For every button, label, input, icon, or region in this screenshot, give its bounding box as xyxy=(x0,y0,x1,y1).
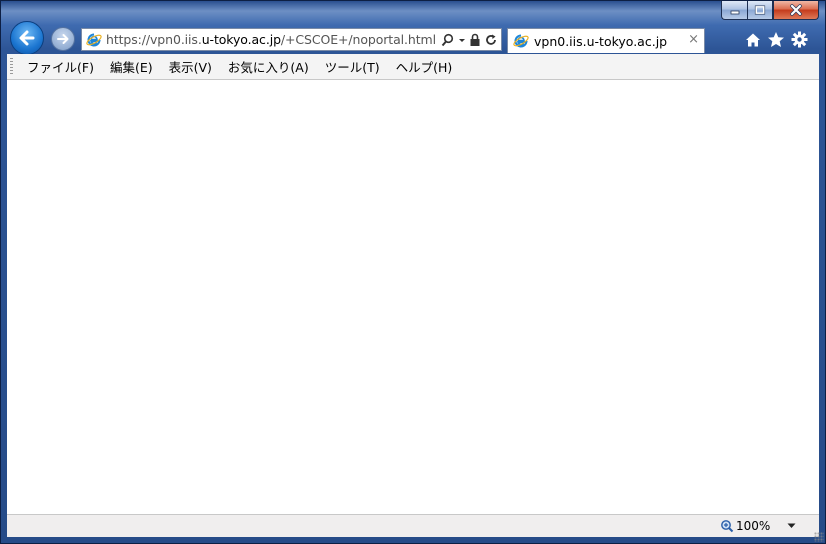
menu-favorites[interactable]: お気に入り(A) xyxy=(228,57,309,76)
close-button[interactable] xyxy=(773,1,819,20)
tab-close-button[interactable]: × xyxy=(688,33,699,47)
address-tools xyxy=(437,29,498,50)
minimize-button[interactable] xyxy=(721,1,747,20)
tab-active[interactable]: vpn0.iis.u-tokyo.ac.jp × xyxy=(507,28,705,53)
maximize-button[interactable] xyxy=(747,1,773,20)
back-button[interactable] xyxy=(10,21,44,55)
url-prefix: https://vpn0.iis. xyxy=(106,32,202,47)
home-icon[interactable] xyxy=(745,32,761,48)
status-bar: 100% xyxy=(7,514,819,537)
arrow-left-icon xyxy=(19,30,35,46)
maximize-icon xyxy=(754,5,766,15)
ie-tab-icon xyxy=(513,34,529,48)
dropdown-icon[interactable] xyxy=(458,33,466,47)
menu-file[interactable]: ファイル(F) xyxy=(27,57,94,76)
star-icon[interactable] xyxy=(767,31,785,48)
zoom-dropdown-icon[interactable] xyxy=(787,523,796,529)
menu-grip[interactable] xyxy=(10,57,13,76)
browser-window: https://vpn0.iis.u-tokyo.ac.jp/+CSCOE+/n… xyxy=(0,0,826,544)
ie-page-icon xyxy=(86,33,102,46)
refresh-icon[interactable] xyxy=(484,33,498,47)
zoom-control[interactable]: 100% xyxy=(720,519,770,533)
page-content xyxy=(7,80,819,514)
minimize-icon xyxy=(730,10,739,15)
menu-edit[interactable]: 編集(E) xyxy=(110,57,153,76)
search-icon[interactable] xyxy=(441,33,455,47)
menu-help[interactable]: ヘルプ(H) xyxy=(396,57,453,76)
zoom-level: 100% xyxy=(736,519,771,533)
forward-button[interactable] xyxy=(51,27,75,51)
resize-grip[interactable] xyxy=(814,532,824,542)
arrow-right-icon xyxy=(57,34,69,44)
url-path: /+CSCOE+/noportal.html xyxy=(280,32,436,47)
close-icon xyxy=(790,4,802,16)
address-bar[interactable]: https://vpn0.iis.u-tokyo.ac.jp/+CSCOE+/n… xyxy=(81,28,502,51)
url-domain: u-tokyo.ac.jp xyxy=(201,32,281,47)
gear-icon[interactable] xyxy=(791,31,808,48)
caption-buttons xyxy=(721,1,819,21)
menu-bar: ファイル(F) 編集(E) 表示(V) お気に入り(A) ツール(T) ヘルプ(… xyxy=(7,54,819,80)
menu-tools[interactable]: ツール(T) xyxy=(325,57,380,76)
menu-view[interactable]: 表示(V) xyxy=(169,57,212,76)
url-text[interactable]: https://vpn0.iis.u-tokyo.ac.jp/+CSCOE+/n… xyxy=(106,32,436,47)
right-toolbar xyxy=(745,31,808,48)
lock-icon[interactable] xyxy=(469,33,481,47)
tab-title: vpn0.iis.u-tokyo.ac.jp xyxy=(534,33,668,49)
zoom-icon xyxy=(721,520,734,533)
